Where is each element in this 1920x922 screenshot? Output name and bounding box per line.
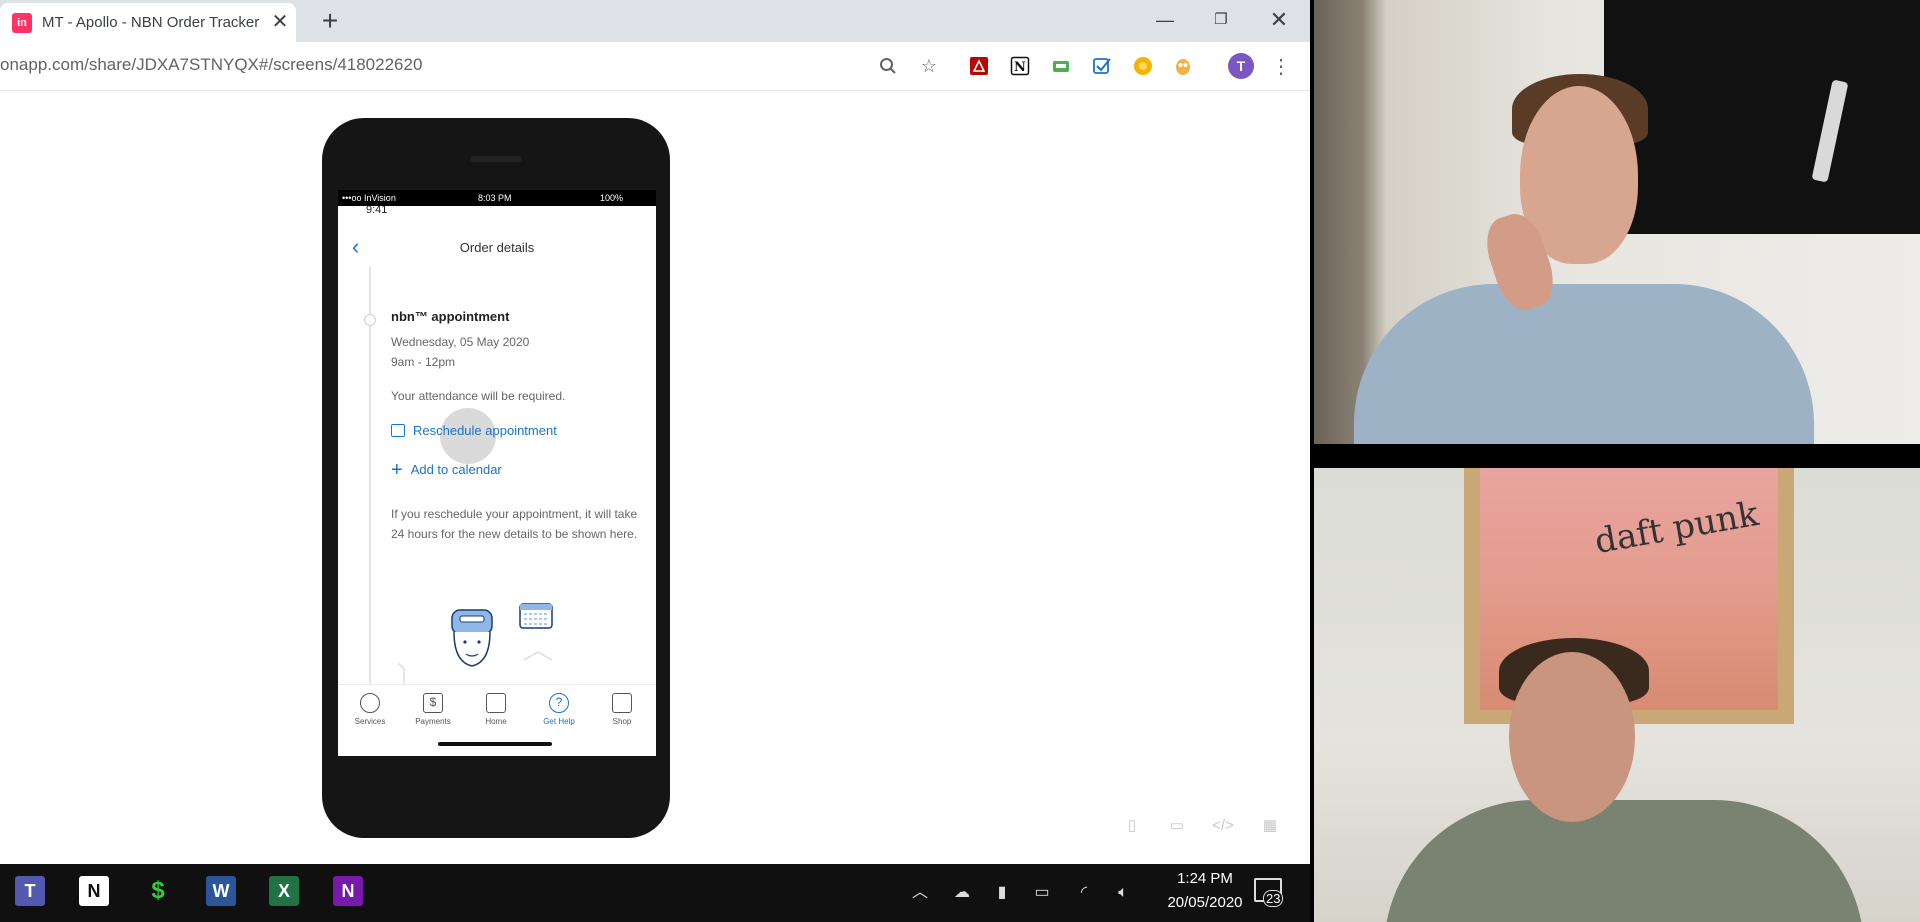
phone-mockup: •••oo InVision 8:03 PM 100% 9:41 ‹ Order…: [322, 118, 670, 838]
tab-home[interactable]: Home: [466, 693, 526, 726]
participant-bottom-face: [1509, 652, 1635, 822]
browser-tab[interactable]: in MT - Apollo - NBN Order Tracker ✕: [0, 3, 296, 42]
svg-text:N: N: [1014, 60, 1026, 75]
microphone-icon[interactable]: ▮: [991, 882, 1013, 904]
close-window-button[interactable]: ✕: [1264, 6, 1294, 34]
video-feed-bottom: daft punk: [1314, 468, 1920, 922]
shop-icon: [612, 693, 632, 713]
appointment-time: 9am - 12pm: [391, 355, 456, 369]
finance-app-icon[interactable]: $: [143, 876, 173, 906]
plus-icon: +: [391, 458, 403, 481]
tab-label: Shop: [612, 717, 632, 726]
reschedule-info-text: If you reschedule your appointment, it w…: [391, 507, 638, 541]
ios-time: 9:41: [366, 204, 388, 216]
coin-extension-icon[interactable]: [1131, 54, 1155, 78]
tab-get-help[interactable]: ? Get Help: [529, 693, 589, 726]
technician-illustration: [398, 603, 553, 686]
onedrive-icon[interactable]: ☁: [951, 882, 973, 904]
more-menu-icon[interactable]: ⋮: [1269, 54, 1293, 78]
address-bar[interactable]: onapp.com/share/JDXA7STNYQX#/screens/418…: [0, 55, 422, 75]
attendance-note: Your attendance will be required.: [391, 389, 566, 403]
battery-icon[interactable]: ▭: [1031, 882, 1053, 904]
reschedule-appointment-link[interactable]: Reschedule appointment: [391, 423, 557, 438]
tab-payments[interactable]: $ Payments: [403, 693, 463, 726]
phone-screen: •••oo InVision 8:03 PM 100% 9:41 ‹ Order…: [338, 190, 656, 756]
windows-taskbar: T N $ W X N ︿ ☁ ▮ ▭ ◜ 🔈︎ 1:24 PM 20/05/2…: [0, 864, 1310, 922]
minimize-button[interactable]: —: [1150, 6, 1180, 34]
video-feed-top: [1314, 0, 1920, 444]
excel-app-icon[interactable]: X: [269, 876, 299, 906]
timeline-dot: [364, 314, 376, 326]
tab-label: Home: [485, 717, 507, 726]
owl-extension-icon[interactable]: [1171, 54, 1195, 78]
tab-services[interactable]: Services: [340, 693, 400, 726]
tab-close-icon[interactable]: ✕: [270, 11, 290, 33]
reschedule-label: Reschedule appointment: [413, 423, 557, 438]
volume-icon[interactable]: 🔈︎: [1112, 882, 1134, 904]
status-carrier: •••oo InVision: [342, 193, 396, 203]
chevron-up-icon[interactable]: ︿: [909, 882, 931, 904]
phone-speaker: [470, 156, 522, 162]
tab-strip: in MT - Apollo - NBN Order Tracker ✕ + —…: [0, 0, 1310, 42]
zoom-icon[interactable]: [876, 54, 900, 78]
notion-app-icon[interactable]: N: [79, 876, 109, 906]
wifi-icon[interactable]: ◜: [1073, 882, 1095, 904]
new-tab-button[interactable]: +: [316, 6, 344, 36]
payments-icon: $: [423, 693, 443, 713]
device-preview-icon[interactable]: ▯: [1121, 815, 1143, 837]
home-icon: [486, 693, 506, 713]
help-icon: ?: [549, 693, 569, 713]
notification-count-badge: 23: [1263, 890, 1284, 907]
appointment-date: Wednesday, 05 May 2020: [391, 335, 530, 349]
home-indicator: [438, 742, 552, 746]
tab-shop[interactable]: Shop: [592, 693, 652, 726]
bookmark-star-icon[interactable]: ☆: [917, 54, 941, 78]
tab-label: Payments: [415, 717, 451, 726]
tab-label: Get Help: [543, 717, 575, 726]
comment-icon[interactable]: ▭: [1166, 815, 1188, 837]
services-icon: [360, 693, 380, 713]
calendar-icon: [391, 424, 405, 437]
timeline-line: [369, 266, 371, 686]
pdf-extension-icon[interactable]: [967, 54, 991, 78]
restore-button[interactable]: ❐: [1206, 6, 1236, 34]
profile-avatar[interactable]: T: [1228, 53, 1254, 79]
invision-favicon-icon: in: [12, 13, 32, 33]
browser-toolbar: onapp.com/share/JDXA7STNYQX#/screens/418…: [0, 42, 1310, 91]
teams-app-icon[interactable]: T: [15, 876, 45, 906]
tab-title: MT - Apollo - NBN Order Tracker: [42, 14, 260, 31]
notion-extension-icon[interactable]: N: [1008, 54, 1032, 78]
onenote-app-icon[interactable]: N: [333, 876, 363, 906]
add-calendar-label: Add to calendar: [410, 462, 502, 477]
wall-tv: [1604, 0, 1920, 234]
status-time: 8:03 PM: [478, 193, 512, 203]
word-app-icon[interactable]: W: [206, 876, 236, 906]
participant-bottom-hoodie: [1384, 800, 1864, 922]
screen-title: Order details: [459, 240, 535, 255]
drive-extension-icon[interactable]: [1049, 54, 1073, 78]
task-extension-icon[interactable]: [1090, 54, 1114, 78]
browser-window: in MT - Apollo - NBN Order Tracker ✕ + —…: [0, 0, 1310, 864]
appointment-title: nbn™ appointment: [391, 309, 510, 324]
screens-grid-icon[interactable]: ▦: [1259, 815, 1281, 837]
taskbar-clock-time[interactable]: 1:24 PM: [1160, 870, 1250, 887]
tab-label: Services: [354, 717, 386, 726]
taskbar-clock-date[interactable]: 20/05/2020: [1150, 894, 1260, 911]
status-battery: 100%: [600, 193, 624, 203]
add-to-calendar-link[interactable]: + Add to calendar: [391, 458, 502, 481]
participant-top-shirt: [1354, 284, 1814, 444]
code-inspect-icon[interactable]: </>: [1212, 815, 1234, 837]
